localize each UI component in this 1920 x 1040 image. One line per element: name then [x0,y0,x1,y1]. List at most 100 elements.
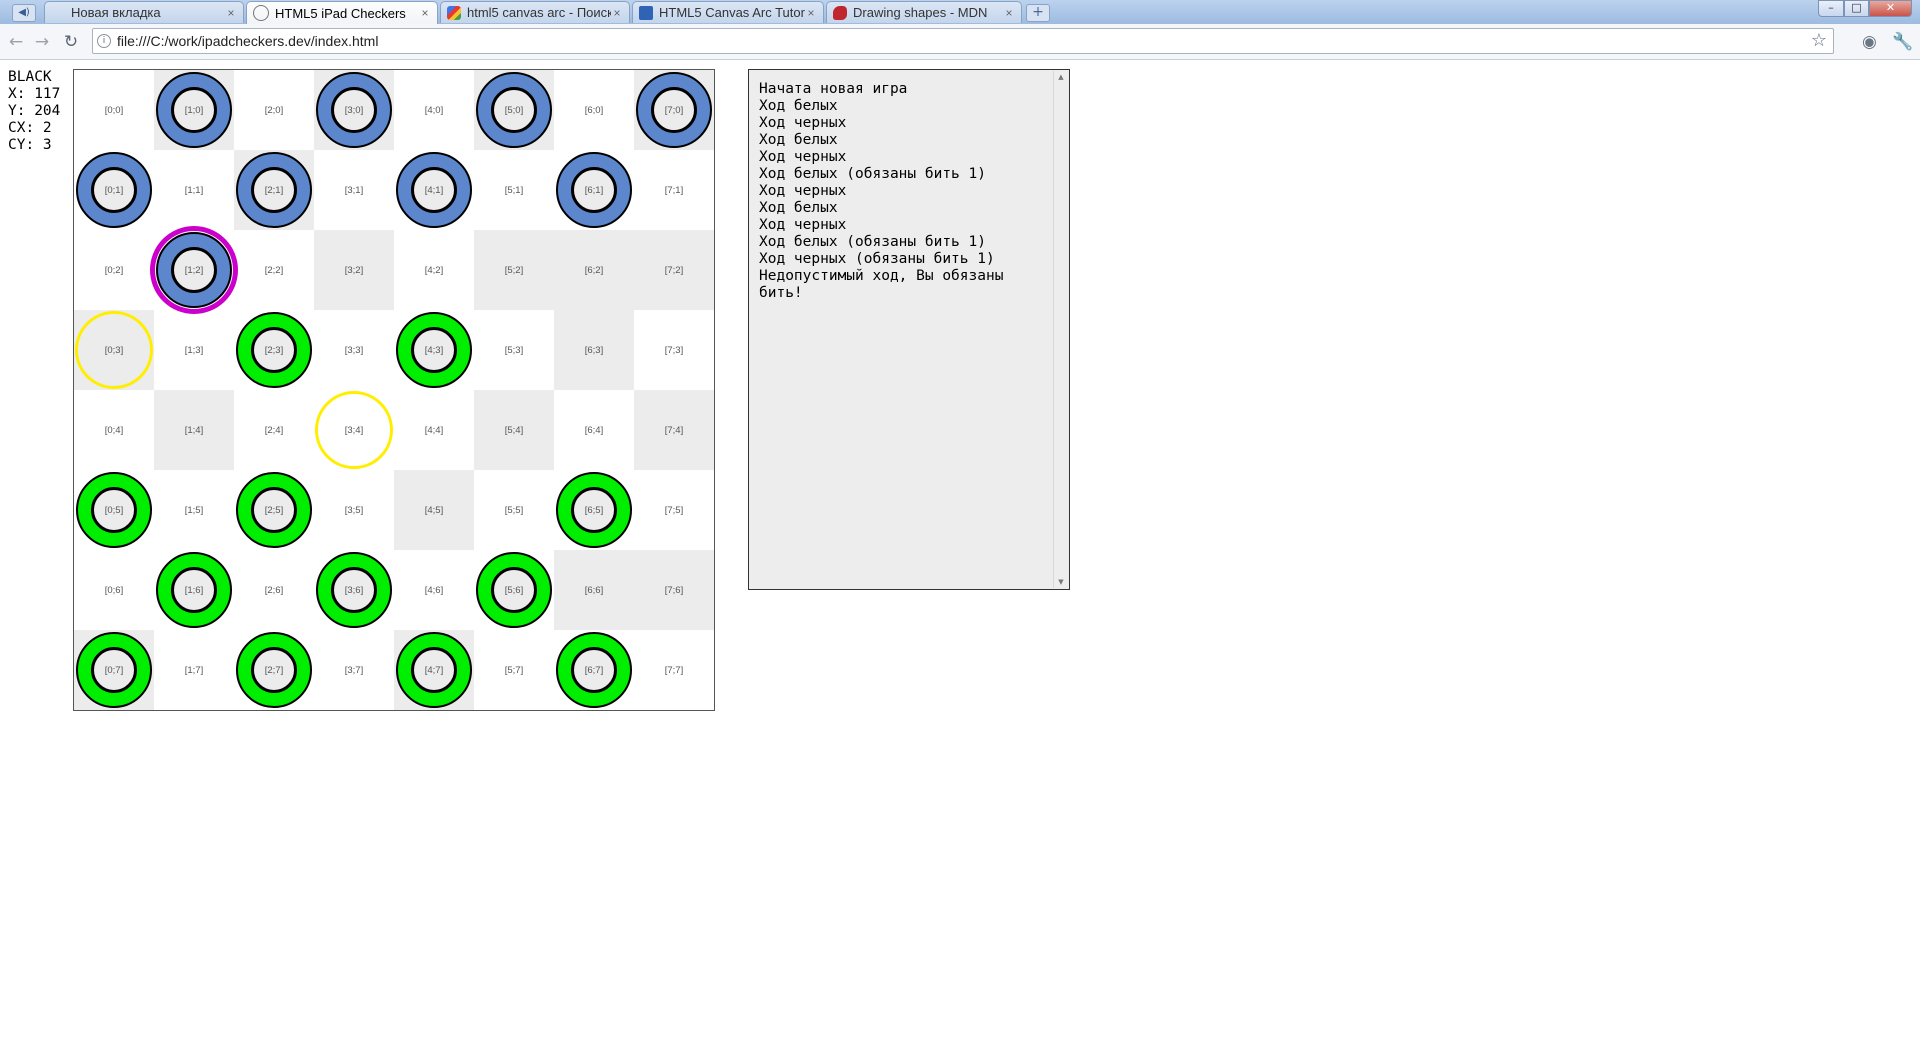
board-cell[interactable]: [3;4] [314,390,394,470]
board-cell[interactable]: [6;6] [554,550,634,630]
board-cell[interactable]: [1;5] [154,470,234,550]
board-cell[interactable]: [3;2] [314,230,394,310]
board-cell[interactable]: [4;5] [394,470,474,550]
browser-menu-icon[interactable]: ◀) [12,4,36,22]
board-cell[interactable]: [3;1] [314,150,394,230]
forward-button[interactable]: → [32,32,52,52]
close-window-button[interactable]: ✕ [1869,0,1912,17]
board-cell[interactable]: [3;3] [314,310,394,390]
board-cell[interactable]: [7;1] [634,150,714,230]
board-cell[interactable]: [4;3] [394,310,474,390]
board-cell[interactable]: [2;0] [234,70,314,150]
board-cell[interactable]: [4;0] [394,70,474,150]
board-cell[interactable]: [5;1] [474,150,554,230]
board-cell[interactable]: [5;0] [474,70,554,150]
reload-button[interactable]: ↻ [61,32,81,52]
board-cell[interactable]: [1;1] [154,150,234,230]
board-cell[interactable]: [4;4] [394,390,474,470]
board-cell[interactable]: [7;3] [634,310,714,390]
board-cell[interactable]: [4;6] [394,550,474,630]
board-cell[interactable]: [5;2] [474,230,554,310]
board-cell[interactable]: [7;7] [634,630,714,710]
board-cell[interactable]: [0;1] [74,150,154,230]
board-cell[interactable]: [3;0] [314,70,394,150]
board-cell[interactable]: [2;2] [234,230,314,310]
board-cell[interactable]: [5;6] [474,550,554,630]
extension-icon[interactable]: ◉ [1862,32,1877,52]
board-cell[interactable]: [5;4] [474,390,554,470]
wrench-icon[interactable]: 🔧 [1892,32,1913,52]
back-button[interactable]: ← [6,32,26,52]
address-bar[interactable]: i file:///C:/work/ipadcheckers.dev/index… [92,28,1834,54]
bookmark-star-icon[interactable]: ☆ [1811,30,1827,51]
tab-html5-ipad-checkers[interactable]: HTML5 iPad Checkers × [246,1,438,24]
board-cell[interactable]: [7;0] [634,70,714,150]
board-cell[interactable]: [0;0] [74,70,154,150]
board-cell[interactable]: [7;6] [634,550,714,630]
board-cell[interactable]: [0;7] [74,630,154,710]
board-cell[interactable]: [6;7] [554,630,634,710]
cell-coordinate: [5;4] [504,424,524,436]
board-cell[interactable]: [2;1] [234,150,314,230]
checkers-board[interactable]: [0;0] [1;0] [2;0] [3;0] [4;0] [5;0] [6;0] [7;0]… [73,69,715,711]
blank-page-icon [51,6,65,20]
board-cell[interactable]: [4;7] [394,630,474,710]
log-scrollbar[interactable]: ▲ ▼ [1053,71,1068,588]
board-cell[interactable]: [6;2] [554,230,634,310]
board-cell[interactable]: [2;3] [234,310,314,390]
board-cell[interactable]: [3;5] [314,470,394,550]
board-cell[interactable]: [0;4] [74,390,154,470]
cell-coordinate: [1;7] [184,664,204,676]
scroll-up-icon[interactable]: ▲ [1054,73,1068,81]
board-cell[interactable]: [0;6] [74,550,154,630]
log-entry: Ход белых (обязаны бить 1) [759,166,986,182]
board-cell[interactable]: [0;5] [74,470,154,550]
board-cell[interactable]: [2;5] [234,470,314,550]
board-cell[interactable]: [0;3] [74,310,154,390]
tab-new-tab[interactable]: Новая вкладка × [44,1,244,23]
new-tab-button[interactable]: + [1026,4,1050,22]
maximize-button[interactable]: □ [1844,0,1869,17]
board-cell[interactable]: [1;0] [154,70,234,150]
board-cell[interactable]: [5;3] [474,310,554,390]
cell-coordinate: [6;5] [584,504,604,516]
board-cell[interactable]: [1;3] [154,310,234,390]
close-icon[interactable]: × [225,6,237,20]
board-cell[interactable]: [7;4] [634,390,714,470]
page-info-icon[interactable]: i [97,34,111,48]
board-cell[interactable]: [5;7] [474,630,554,710]
board-cell[interactable]: [4;2] [394,230,474,310]
board-cell[interactable]: [6;4] [554,390,634,470]
board-cell[interactable]: [2;6] [234,550,314,630]
board-cell[interactable]: [0;2] [74,230,154,310]
board-cell[interactable]: [5;5] [474,470,554,550]
board-cell[interactable]: [4;1] [394,150,474,230]
board-cell[interactable]: [3;6] [314,550,394,630]
close-icon[interactable]: × [611,6,623,20]
board-cell[interactable]: [6;1] [554,150,634,230]
tab-canvas-arc-search[interactable]: html5 canvas arc - Поиск в × [440,1,630,23]
board-cell[interactable]: [2;4] [234,390,314,470]
close-icon[interactable]: × [419,6,431,20]
board-cell[interactable]: [6;3] [554,310,634,390]
board-cell[interactable]: [1;6] [154,550,234,630]
board-cell[interactable]: [6;0] [554,70,634,150]
game-log[interactable]: Начата новая игра Ход белых Ход черных Ход … [748,69,1070,590]
cell-coordinate: [5;1] [504,184,524,196]
tab-drawing-shapes-mdn[interactable]: Drawing shapes - MDN × [826,1,1022,23]
scroll-down-icon[interactable]: ▼ [1054,578,1068,586]
current-player: BLACK [8,69,52,85]
board-cell[interactable]: [6;5] [554,470,634,550]
board-cell[interactable]: [1;4] [154,390,234,470]
minimize-button[interactable]: – [1818,0,1844,17]
board-cell[interactable]: [2;7] [234,630,314,710]
board-cell[interactable]: [7;2] [634,230,714,310]
board-cell[interactable]: [1;2] [150,226,238,314]
board-cell[interactable]: [7;5] [634,470,714,550]
tab-canvas-arc-tutorial[interactable]: HTML5 Canvas Arc Tutorial × [632,1,824,23]
board-cell[interactable]: [1;7] [154,630,234,710]
close-icon[interactable]: × [1003,6,1015,20]
cell-coordinate: [4;1] [424,184,444,196]
board-cell[interactable]: [3;7] [314,630,394,710]
close-icon[interactable]: × [805,6,817,20]
